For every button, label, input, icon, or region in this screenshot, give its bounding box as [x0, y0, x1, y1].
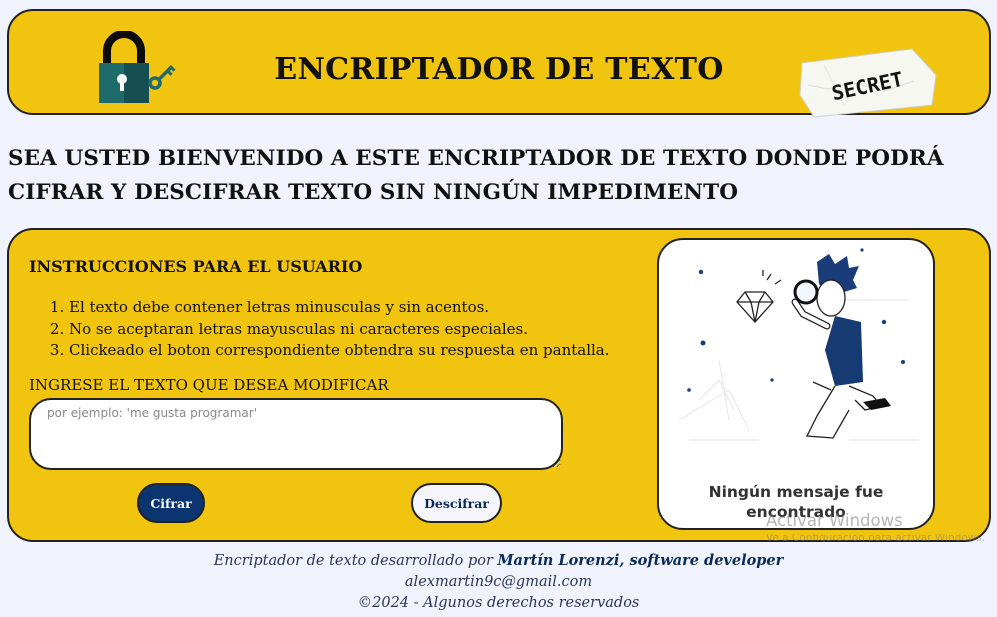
- result-panel: Ningún mensaje fue encontrado: [657, 238, 935, 530]
- main-panel: INSTRUCCIONES PARA EL USUARIO El texto d…: [7, 228, 991, 542]
- header-banner: ENCRIPTADOR DE TEXTO SECRET: [7, 9, 991, 118]
- secret-paper-badge: SECRET: [799, 48, 937, 118]
- instructions-title: INSTRUCCIONES PARA EL USUARIO: [29, 257, 363, 276]
- footer-email: alexmartin9c@gmail.com: [404, 574, 593, 590]
- instruction-item: El texto debe contener letras minusculas…: [69, 297, 610, 319]
- footer-credit-prefix: Encriptador de texto desarrollado por: [213, 553, 498, 569]
- footer-credit: Encriptador de texto desarrollado por Ma…: [0, 550, 997, 572]
- encrypt-button[interactable]: Cifrar: [137, 483, 205, 523]
- person-with-magnifier-icon: [678, 248, 919, 441]
- input-label: INGRESE EL TEXTO QUE DESEA MODIFICAR: [29, 376, 389, 394]
- decrypt-button[interactable]: Descifrar: [411, 483, 502, 523]
- footer: Encriptador de texto desarrollado por Ma…: [0, 550, 997, 614]
- instruction-item: Clickeado el boton correspondiente obten…: [69, 340, 610, 362]
- windows-activation-watermark: Activar Windows: [766, 511, 903, 530]
- footer-author: Martín Lorenzi, software developer: [497, 552, 784, 569]
- instruction-item: No se aceptaran letras mayusculas ni car…: [69, 319, 610, 341]
- windows-activation-subtitle: Ve a Configuración para activar Windows.: [766, 534, 986, 542]
- instructions-list: El texto debe contener letras minusculas…: [69, 297, 610, 362]
- text-input[interactable]: [29, 398, 563, 470]
- welcome-message: SEA USTED BIENVENIDO A ESTE ENCRIPTADOR …: [8, 146, 944, 205]
- footer-copyright: ©2024 - Algunos derechos reservados: [357, 595, 640, 611]
